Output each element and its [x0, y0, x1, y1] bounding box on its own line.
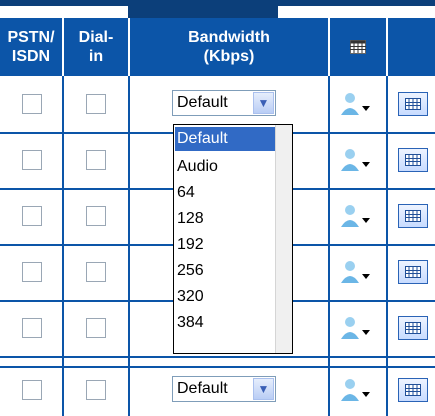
bandwidth-select[interactable]: Default ▼ [172, 90, 276, 116]
calendar-button[interactable] [398, 260, 428, 284]
column-divider [328, 76, 330, 416]
dropdown-option-192[interactable]: 192 [175, 233, 277, 257]
dropdown-option-384[interactable]: 384 [175, 311, 277, 335]
person-menu-icon[interactable] [338, 147, 372, 173]
calendar-grid-icon [405, 154, 421, 166]
header-dial-in: Dial- in [78, 29, 114, 65]
column-divider [128, 76, 130, 416]
dropdown-option-audio[interactable]: Audio [175, 155, 277, 179]
row-divider [0, 366, 435, 368]
bandwidth-select-value: Default [177, 380, 228, 397]
dropdown-option-320[interactable]: 320 [175, 285, 277, 309]
pstn-isdn-checkbox[interactable] [22, 206, 42, 226]
calendar-button[interactable] [398, 148, 428, 172]
calendar-grid-icon [405, 266, 421, 278]
calendar-button[interactable] [398, 204, 428, 228]
dropdown-scrollbar[interactable] [275, 125, 292, 353]
pstn-isdn-checkbox[interactable] [22, 318, 42, 338]
chevron-down-icon[interactable]: ▼ [253, 378, 274, 400]
person-menu-icon[interactable] [338, 203, 372, 229]
pstn-isdn-checkbox[interactable] [22, 262, 42, 282]
calendar-grid-icon [350, 40, 366, 54]
calendar-grid-icon [405, 210, 421, 222]
column-divider [386, 76, 388, 416]
chevron-down-icon[interactable]: ▼ [253, 92, 274, 114]
pstn-isdn-checkbox[interactable] [22, 150, 42, 170]
person-menu-icon[interactable] [338, 91, 372, 117]
dial-in-checkbox[interactable] [86, 318, 106, 338]
calendar-button[interactable] [398, 378, 428, 402]
table-header: PSTN/ ISDN Dial- in Bandwidth (Kbps) [0, 18, 435, 76]
header-separator [386, 18, 388, 76]
header-bandwidth: Bandwidth (Kbps) [188, 29, 270, 65]
dial-in-checkbox[interactable] [86, 380, 106, 400]
row-divider [0, 356, 435, 358]
bandwidth-select-value: Default [177, 94, 228, 111]
dropdown-option-default[interactable]: Default [175, 127, 277, 151]
dial-in-checkbox[interactable] [86, 150, 106, 170]
dropdown-option-128[interactable]: 128 [175, 207, 277, 231]
calendar-grid-icon [405, 98, 421, 110]
bandwidth-dropdown-list[interactable]: Default Audio 64 128 192 256 320 384 [173, 124, 293, 354]
person-menu-icon[interactable] [338, 315, 372, 341]
top-strip [0, 0, 435, 18]
person-menu-icon[interactable] [338, 377, 372, 403]
dial-in-checkbox[interactable] [86, 206, 106, 226]
header-pstn-isdn: PSTN/ ISDN [7, 29, 55, 65]
bandwidth-select[interactable]: Default ▼ [172, 376, 276, 402]
calendar-grid-icon [405, 322, 421, 334]
pstn-isdn-checkbox[interactable] [22, 380, 42, 400]
calendar-grid-icon [405, 384, 421, 396]
header-calendar-cell [330, 18, 386, 76]
pstn-isdn-checkbox[interactable] [22, 94, 42, 114]
dial-in-checkbox[interactable] [86, 94, 106, 114]
column-divider [62, 76, 64, 416]
dropdown-option-256[interactable]: 256 [175, 259, 277, 283]
calendar-button[interactable] [398, 316, 428, 340]
dial-in-checkbox[interactable] [86, 262, 106, 282]
dropdown-option-64[interactable]: 64 [175, 181, 277, 205]
top-border-tab [128, 6, 278, 18]
person-menu-icon[interactable] [338, 259, 372, 285]
calendar-button[interactable] [398, 92, 428, 116]
